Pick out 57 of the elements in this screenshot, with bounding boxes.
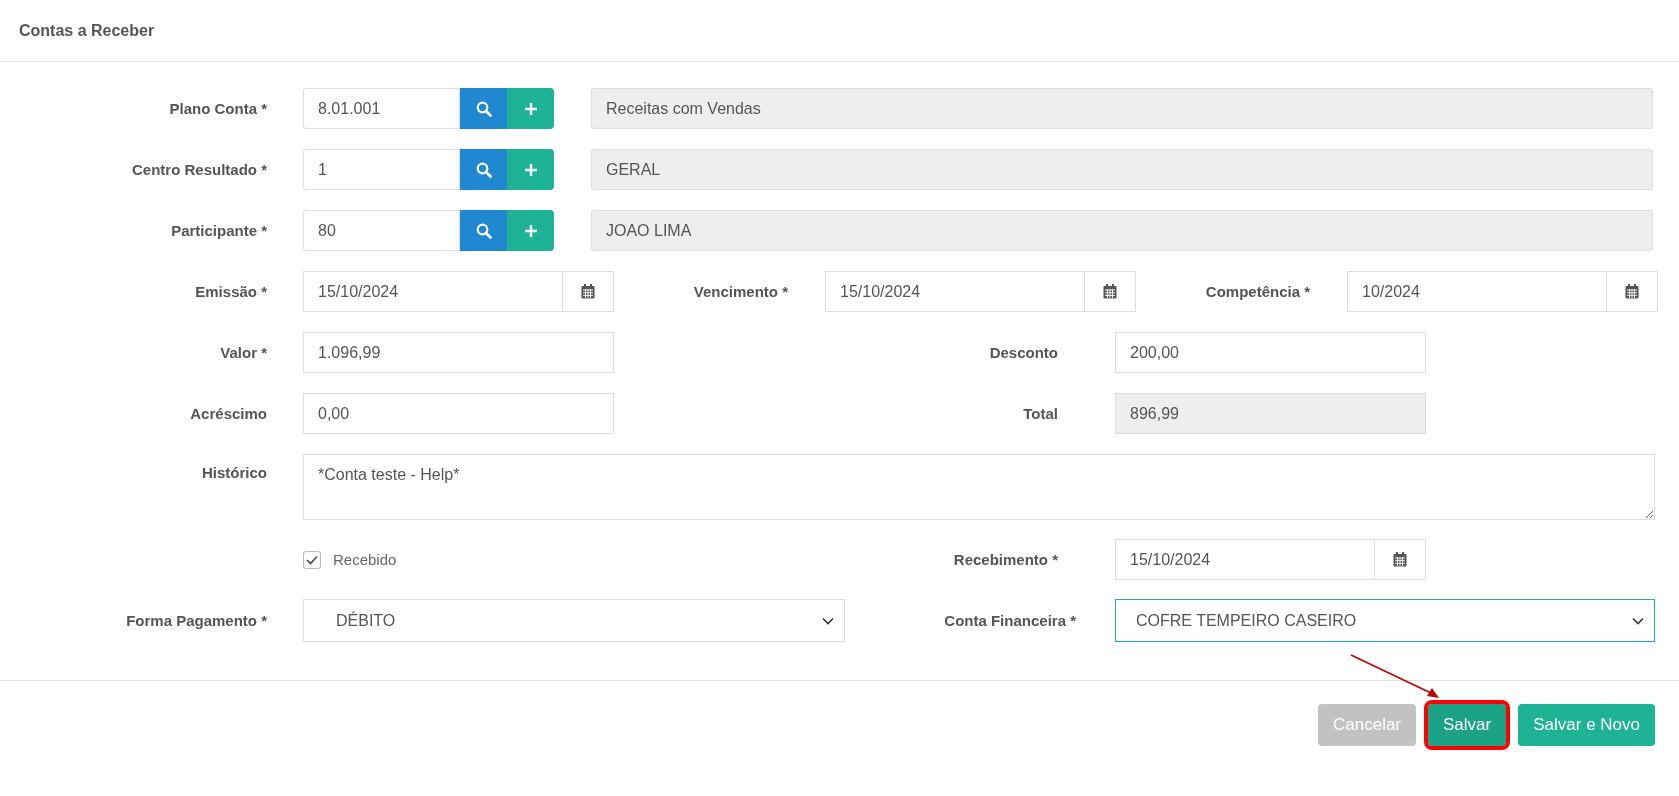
field-label: Recebimento * <box>952 551 1058 568</box>
field-label: Conta Financeira * <box>943 612 1076 629</box>
notes-textarea[interactable]: *Conta teste - Help* <box>303 454 1655 520</box>
description-field[interactable]: GERAL <box>591 149 1653 190</box>
plus-icon <box>523 162 538 177</box>
field-label: Valor * <box>219 344 267 361</box>
search-icon <box>475 100 492 117</box>
check-icon <box>306 554 318 565</box>
select-field[interactable]: DÉBITO <box>303 599 845 642</box>
search-button[interactable] <box>460 88 507 129</box>
search-icon <box>475 161 492 178</box>
search-button[interactable] <box>460 210 507 251</box>
date-input[interactable]: 15/10/2024 <box>303 271 563 312</box>
field-label: Participante * <box>170 222 267 239</box>
amount-input[interactable]: 1.096,99 <box>303 332 614 373</box>
calendar-icon <box>1103 284 1117 299</box>
amount-input[interactable]: 896,99 <box>1115 393 1426 434</box>
field-label: Plano Conta * <box>168 100 267 117</box>
dialog-title: Contas a Receber <box>19 21 155 40</box>
calendar-button[interactable] <box>563 271 614 312</box>
code-input[interactable]: 1 <box>303 149 460 190</box>
plus-icon <box>523 101 538 116</box>
description-field[interactable]: JOAO LIMA <box>591 210 1653 251</box>
search-button[interactable] <box>460 149 507 190</box>
calendar-button[interactable] <box>1375 539 1426 580</box>
amount-input[interactable]: 200,00 <box>1115 332 1426 373</box>
calendar-button[interactable] <box>1085 271 1136 312</box>
field-label: Total <box>1022 405 1058 422</box>
field-label: Desconto <box>988 344 1058 361</box>
add-button[interactable] <box>507 88 554 129</box>
amount-input[interactable]: 0,00 <box>303 393 614 434</box>
date-input[interactable]: 10/2024 <box>1347 271 1607 312</box>
plus-icon <box>523 223 538 238</box>
date-input[interactable]: 15/10/2024 <box>825 271 1085 312</box>
code-input[interactable]: 80 <box>303 210 460 251</box>
field-label: Competência * <box>1204 283 1310 300</box>
date-input[interactable]: 15/10/2024 <box>1115 539 1375 580</box>
checkbox-label: Recebido <box>333 551 397 568</box>
search-icon <box>475 222 492 239</box>
add-button[interactable] <box>507 149 554 190</box>
field-label: Histórico <box>201 463 267 481</box>
add-button[interactable] <box>507 210 554 251</box>
calendar-button[interactable] <box>1607 271 1658 312</box>
calendar-icon <box>1625 284 1639 299</box>
description-field[interactable]: Receitas com Vendas <box>591 88 1653 129</box>
field-label: Centro Resultado * <box>131 161 267 178</box>
field-label: Forma Pagamento * <box>125 612 267 629</box>
checkbox[interactable] <box>303 550 321 569</box>
field-label: Acréscimo <box>189 405 267 422</box>
select-field[interactable]: COFRE TEMPEIRO CASEIRO <box>1115 599 1655 642</box>
calendar-icon <box>581 284 595 299</box>
field-label: Vencimento * <box>692 283 788 300</box>
chevron-down-icon <box>822 616 834 625</box>
chevron-down-icon <box>1632 616 1644 625</box>
field-label: Emissão * <box>194 283 267 300</box>
calendar-icon <box>1393 552 1407 567</box>
code-input[interactable]: 8.01.001 <box>303 88 460 129</box>
